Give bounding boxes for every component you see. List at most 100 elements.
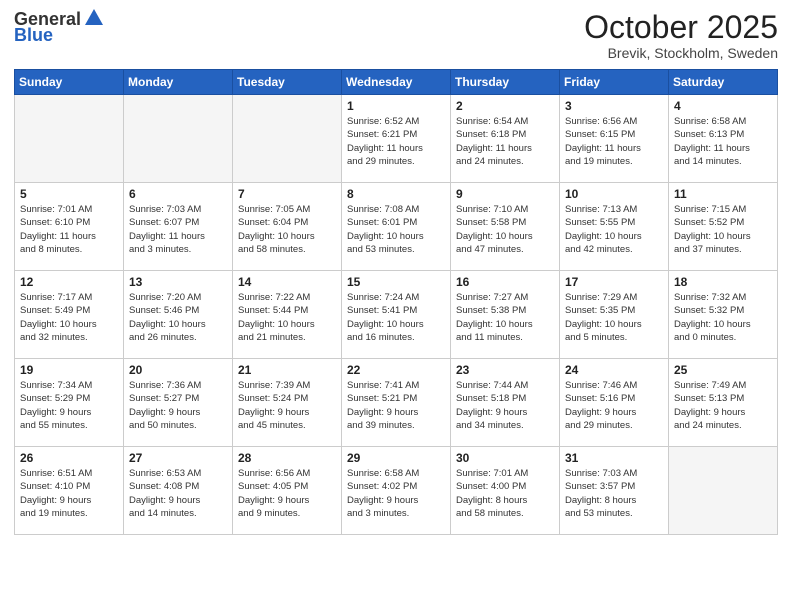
calendar-cell [233, 95, 342, 183]
day-info: Sunrise: 6:58 AM Sunset: 6:13 PM Dayligh… [674, 115, 772, 168]
day-info: Sunrise: 7:44 AM Sunset: 5:18 PM Dayligh… [456, 379, 554, 432]
day-number: 27 [129, 451, 227, 465]
week-row-1: 1 Sunrise: 6:52 AM Sunset: 6:21 PM Daylig… [15, 95, 778, 183]
day-number: 16 [456, 275, 554, 289]
page-container: General Blue October 2025 Brevik, Stockh… [0, 0, 792, 549]
day-number: 4 [674, 99, 772, 113]
calendar-cell: 16 Sunrise: 7:27 AM Sunset: 5:38 PM Dayli… [451, 271, 560, 359]
day-info: Sunrise: 7:36 AM Sunset: 5:27 PM Dayligh… [129, 379, 227, 432]
day-number: 11 [674, 187, 772, 201]
day-number: 9 [456, 187, 554, 201]
calendar-table: SundayMondayTuesdayWednesdayThursdayFrid… [14, 69, 778, 535]
calendar-cell: 6 Sunrise: 7:03 AM Sunset: 6:07 PM Daylig… [124, 183, 233, 271]
calendar-cell [124, 95, 233, 183]
header: General Blue October 2025 Brevik, Stockh… [14, 10, 778, 61]
day-number: 23 [456, 363, 554, 377]
location: Brevik, Stockholm, Sweden [584, 45, 778, 61]
title-block: October 2025 Brevik, Stockholm, Sweden [584, 10, 778, 61]
calendar-cell: 7Sunrise: 7:05 AM Sunset: 6:04 PM Daylig… [233, 183, 342, 271]
day-number: 2 [456, 99, 554, 113]
weekday-header-monday: Monday [124, 70, 233, 95]
day-info: Sunrise: 7:03 AM Sunset: 6:07 PM Dayligh… [129, 203, 227, 256]
week-row-5: 26Sunrise: 6:51 AM Sunset: 4:10 PM Dayli… [15, 447, 778, 535]
day-number: 24 [565, 363, 663, 377]
day-number: 26 [20, 451, 118, 465]
day-number: 15 [347, 275, 445, 289]
day-info: Sunrise: 6:53 AM Sunset: 4:08 PM Dayligh… [129, 467, 227, 520]
day-number: 28 [238, 451, 336, 465]
day-number: 22 [347, 363, 445, 377]
logo: General Blue [14, 10, 105, 46]
day-number: 25 [674, 363, 772, 377]
calendar-cell: 11Sunrise: 7:15 AM Sunset: 5:52 PM Dayli… [669, 183, 778, 271]
calendar-cell: 31Sunrise: 7:03 AM Sunset: 3:57 PM Dayli… [560, 447, 669, 535]
calendar-cell: 22Sunrise: 7:41 AM Sunset: 5:21 PM Dayli… [342, 359, 451, 447]
calendar-cell: 15 Sunrise: 7:24 AM Sunset: 5:41 PM Dayli… [342, 271, 451, 359]
weekday-header-friday: Friday [560, 70, 669, 95]
day-info: Sunrise: 7:10 AM Sunset: 5:58 PM Dayligh… [456, 203, 554, 256]
day-info: Sunrise: 7:01 AM Sunset: 6:10 PM Dayligh… [20, 203, 118, 256]
day-number: 29 [347, 451, 445, 465]
calendar-cell: 19Sunrise: 7:34 AM Sunset: 5:29 PM Dayli… [15, 359, 124, 447]
weekday-header-sunday: Sunday [15, 70, 124, 95]
day-number: 5 [20, 187, 118, 201]
day-number: 17 [565, 275, 663, 289]
calendar-cell: 27 Sunrise: 6:53 AM Sunset: 4:08 PM Dayli… [124, 447, 233, 535]
day-info: Sunrise: 7:13 AM Sunset: 5:55 PM Dayligh… [565, 203, 663, 256]
weekday-header-thursday: Thursday [451, 70, 560, 95]
day-number: 14 [238, 275, 336, 289]
day-info: Sunrise: 7:29 AM Sunset: 5:35 PM Dayligh… [565, 291, 663, 344]
weekday-header-tuesday: Tuesday [233, 70, 342, 95]
calendar-cell: 1 Sunrise: 6:52 AM Sunset: 6:21 PM Daylig… [342, 95, 451, 183]
calendar-cell: 9 Sunrise: 7:10 AM Sunset: 5:58 PM Daylig… [451, 183, 560, 271]
day-info: Sunrise: 7:20 AM Sunset: 5:46 PM Dayligh… [129, 291, 227, 344]
day-info: Sunrise: 6:56 AM Sunset: 4:05 PM Dayligh… [238, 467, 336, 520]
calendar-cell: 29 Sunrise: 6:58 AM Sunset: 4:02 PM Dayli… [342, 447, 451, 535]
day-info: Sunrise: 6:52 AM Sunset: 6:21 PM Dayligh… [347, 115, 445, 168]
calendar-cell: 12 Sunrise: 7:17 AM Sunset: 5:49 PM Dayli… [15, 271, 124, 359]
week-row-4: 19Sunrise: 7:34 AM Sunset: 5:29 PM Dayli… [15, 359, 778, 447]
day-number: 6 [129, 187, 227, 201]
day-number: 21 [238, 363, 336, 377]
day-number: 20 [129, 363, 227, 377]
day-number: 19 [20, 363, 118, 377]
calendar-cell: 23 Sunrise: 7:44 AM Sunset: 5:18 PM Dayli… [451, 359, 560, 447]
calendar-cell: 5 Sunrise: 7:01 AM Sunset: 6:10 PM Daylig… [15, 183, 124, 271]
day-info: Sunrise: 7:32 AM Sunset: 5:32 PM Dayligh… [674, 291, 772, 344]
calendar-cell: 21 Sunrise: 7:39 AM Sunset: 5:24 PM Dayli… [233, 359, 342, 447]
day-number: 30 [456, 451, 554, 465]
calendar-cell: 30Sunrise: 7:01 AM Sunset: 4:00 PM Dayli… [451, 447, 560, 535]
calendar-cell: 18Sunrise: 7:32 AM Sunset: 5:32 PM Dayli… [669, 271, 778, 359]
day-info: Sunrise: 6:56 AM Sunset: 6:15 PM Dayligh… [565, 115, 663, 168]
day-info: Sunrise: 7:49 AM Sunset: 5:13 PM Dayligh… [674, 379, 772, 432]
day-info: Sunrise: 7:17 AM Sunset: 5:49 PM Dayligh… [20, 291, 118, 344]
day-number: 8 [347, 187, 445, 201]
day-info: Sunrise: 6:58 AM Sunset: 4:02 PM Dayligh… [347, 467, 445, 520]
calendar-cell: 3Sunrise: 6:56 AM Sunset: 6:15 PM Daylig… [560, 95, 669, 183]
logo-text-blue: Blue [14, 26, 53, 46]
calendar-cell: 10 Sunrise: 7:13 AM Sunset: 5:55 PM Dayli… [560, 183, 669, 271]
weekday-header-row: SundayMondayTuesdayWednesdayThursdayFrid… [15, 70, 778, 95]
calendar-cell: 8 Sunrise: 7:08 AM Sunset: 6:01 PM Daylig… [342, 183, 451, 271]
day-number: 31 [565, 451, 663, 465]
day-number: 10 [565, 187, 663, 201]
calendar-cell: 2Sunrise: 6:54 AM Sunset: 6:18 PM Daylig… [451, 95, 560, 183]
calendar-cell: 13 Sunrise: 7:20 AM Sunset: 5:46 PM Dayli… [124, 271, 233, 359]
weekday-header-saturday: Saturday [669, 70, 778, 95]
day-info: Sunrise: 7:24 AM Sunset: 5:41 PM Dayligh… [347, 291, 445, 344]
day-info: Sunrise: 7:27 AM Sunset: 5:38 PM Dayligh… [456, 291, 554, 344]
day-info: Sunrise: 7:46 AM Sunset: 5:16 PM Dayligh… [565, 379, 663, 432]
day-info: Sunrise: 7:39 AM Sunset: 5:24 PM Dayligh… [238, 379, 336, 432]
day-number: 1 [347, 99, 445, 113]
calendar-cell: 4 Sunrise: 6:58 AM Sunset: 6:13 PM Daylig… [669, 95, 778, 183]
week-row-3: 12 Sunrise: 7:17 AM Sunset: 5:49 PM Dayli… [15, 271, 778, 359]
weekday-header-wednesday: Wednesday [342, 70, 451, 95]
calendar-cell: 24 Sunrise: 7:46 AM Sunset: 5:16 PM Dayli… [560, 359, 669, 447]
day-number: 12 [20, 275, 118, 289]
day-info: Sunrise: 7:22 AM Sunset: 5:44 PM Dayligh… [238, 291, 336, 344]
calendar-cell: 28 Sunrise: 6:56 AM Sunset: 4:05 PM Dayli… [233, 447, 342, 535]
day-info: Sunrise: 7:08 AM Sunset: 6:01 PM Dayligh… [347, 203, 445, 256]
day-number: 13 [129, 275, 227, 289]
day-number: 7 [238, 187, 336, 201]
month-title: October 2025 [584, 10, 778, 45]
